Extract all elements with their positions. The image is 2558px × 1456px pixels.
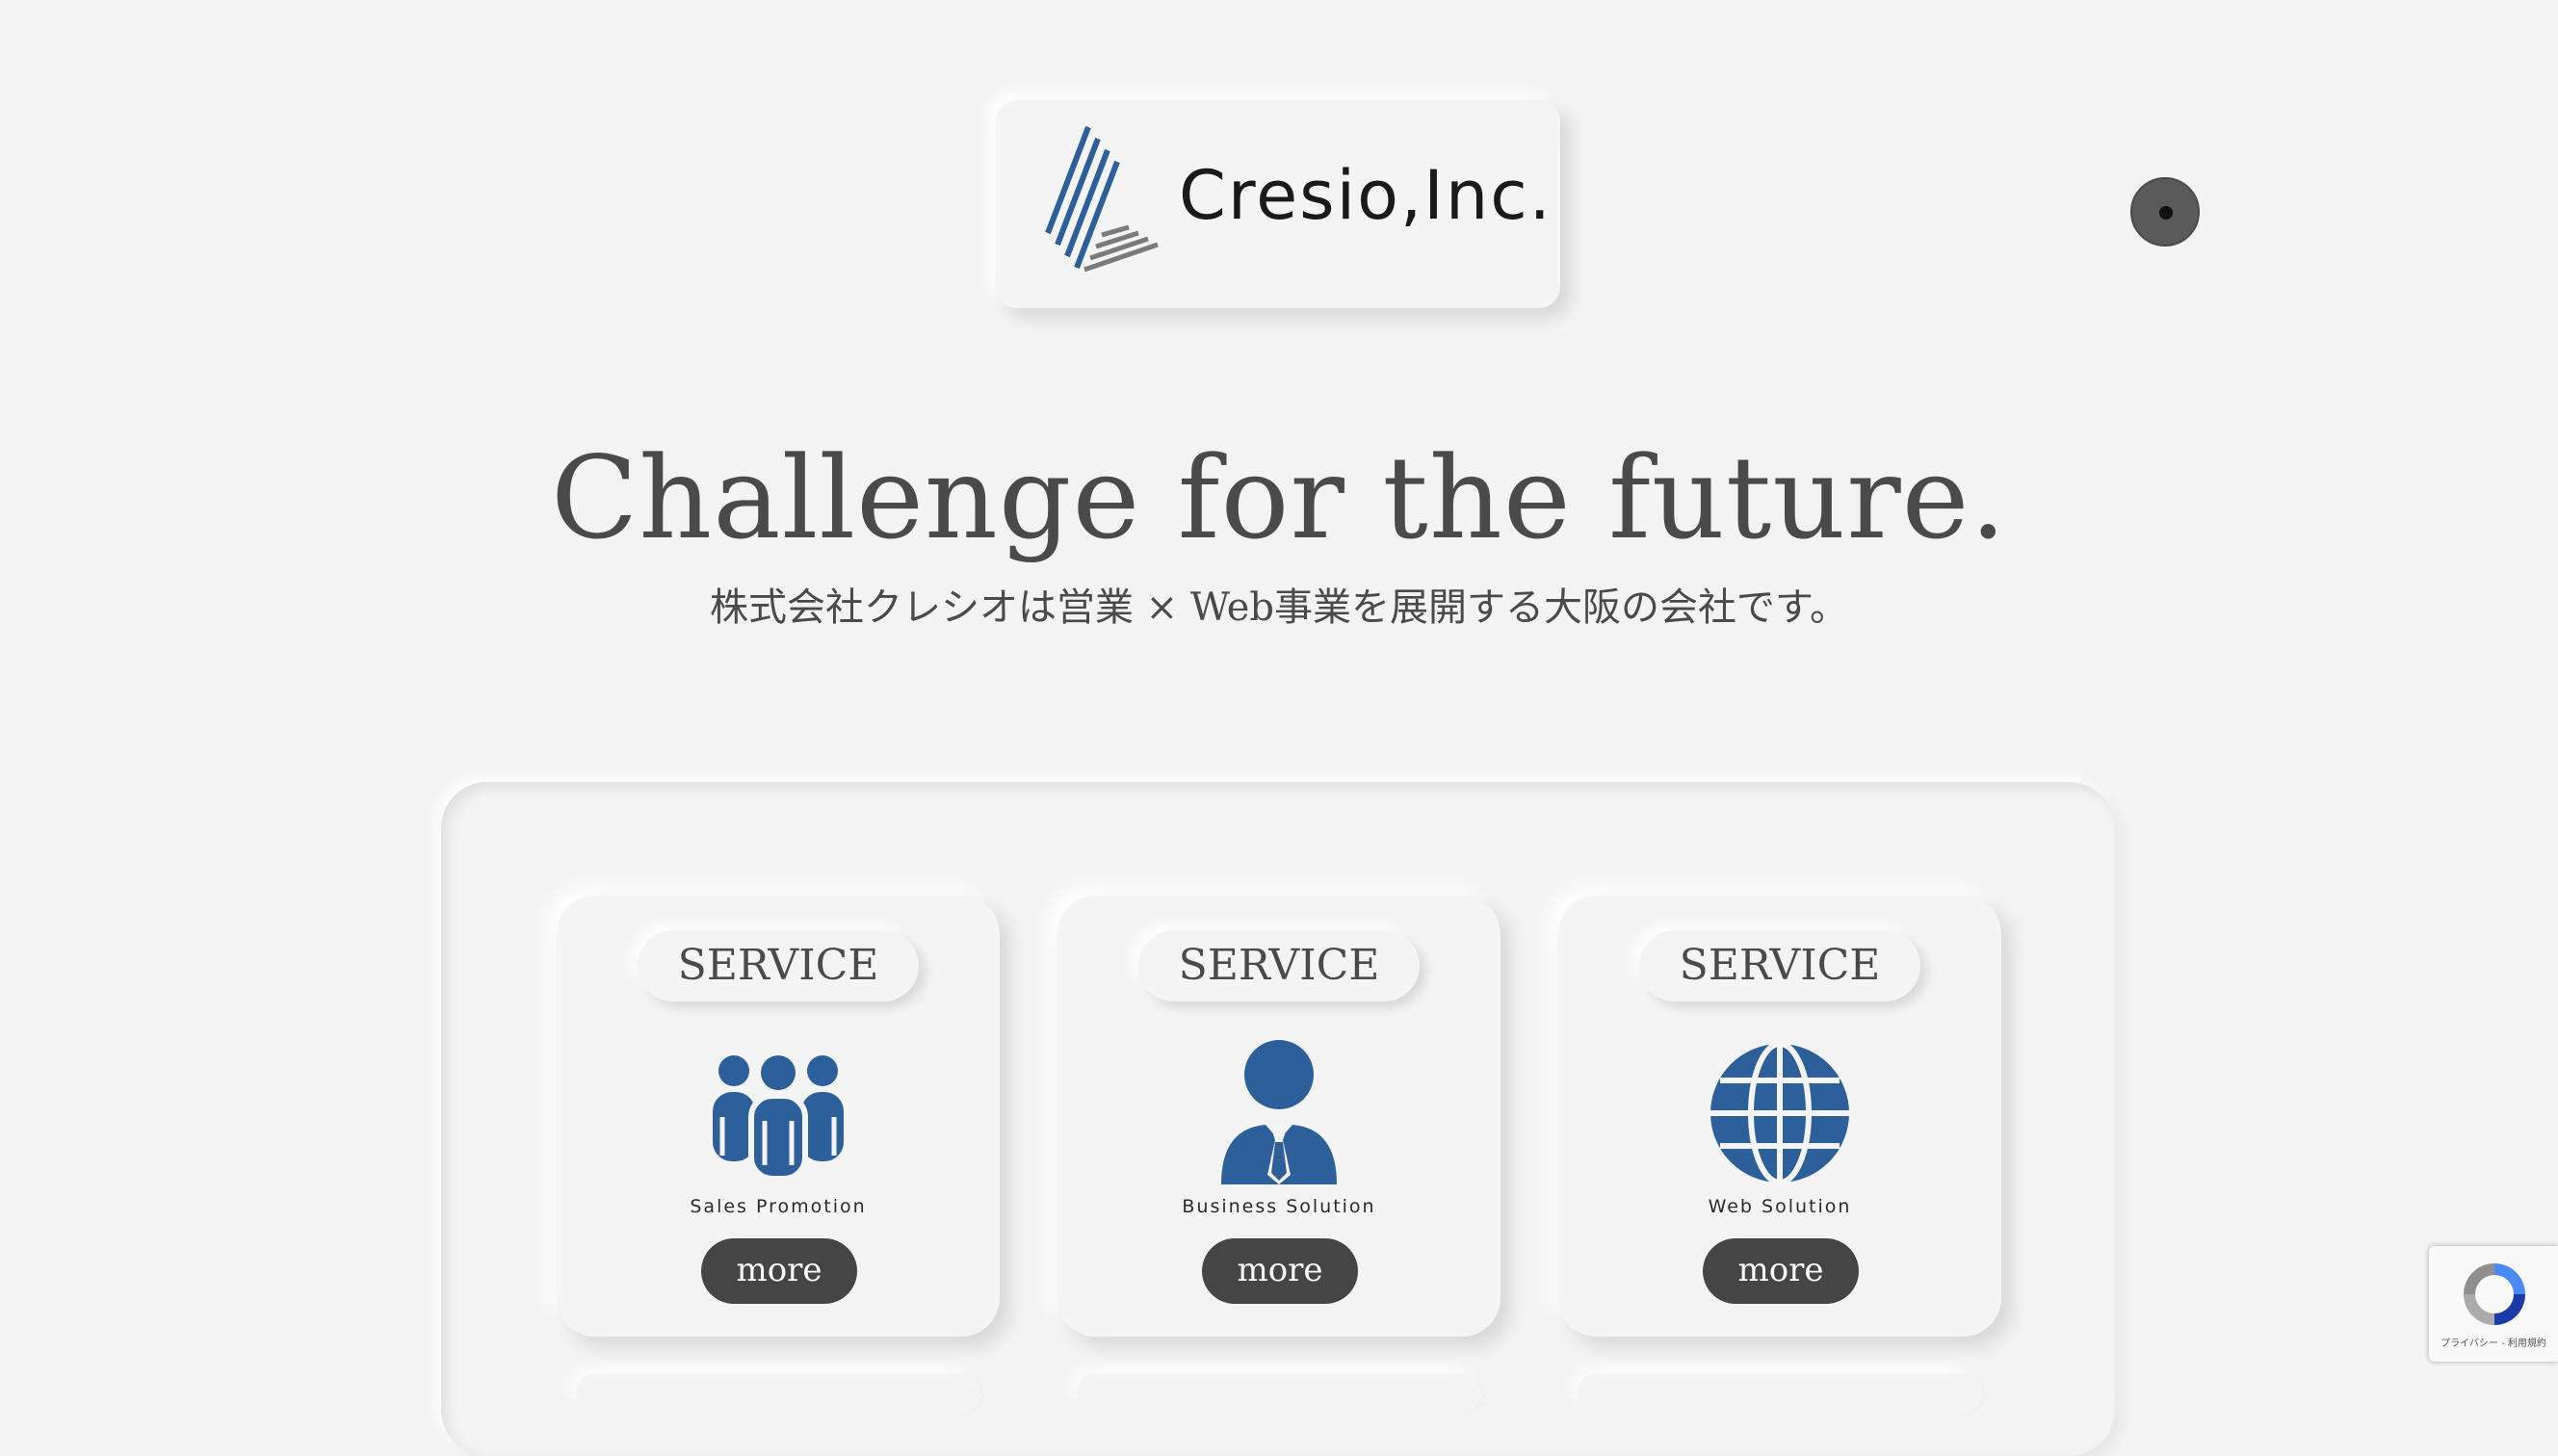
more-button[interactable]: more [1703,1238,1859,1304]
businessman-icon [1221,1040,1337,1184]
service-tag: SERVICE [1138,930,1420,1001]
globe-icon [1710,1041,1849,1184]
recaptcha-badge[interactable]: プライバシー - 利用規約 [2429,1246,2558,1362]
menu-dot-icon [2159,206,2173,220]
striped-triangle-logo-icon [1045,125,1159,273]
recaptcha-icon [2464,1263,2525,1325]
more-button[interactable]: more [1202,1238,1358,1304]
service-caption: Business Solution [1182,1196,1376,1217]
people-group-icon [713,1055,844,1182]
hero-title: Challenge for the future. [550,431,2008,564]
logo-card[interactable]: Cresio,Inc. [996,100,1560,308]
service-caption: Sales Promotion [690,1196,867,1217]
next-service-card [1077,1373,1481,1412]
recaptcha-links[interactable]: プライバシー - 利用規約 [2429,1335,2558,1349]
brand-name: Cresio,Inc. [1179,156,1553,235]
hero-subtitle: 株式会社クレシオは営業 × Web事業を展開する大阪の会社です。 [709,585,1849,630]
next-service-card [1578,1373,1982,1412]
service-tag: SERVICE [1639,930,1920,1001]
more-button[interactable]: more [701,1238,857,1304]
service-card-sales-promotion: SERVICE Sales Promotion more [557,896,1000,1337]
menu-button[interactable] [2130,177,2200,247]
next-service-card [576,1373,980,1412]
service-card-business-solution: SERVICE Business Solution more [1057,896,1501,1337]
service-card-web-solution: SERVICE Web Solution more [1558,896,2001,1337]
service-tag: SERVICE [638,930,919,1001]
service-caption: Web Solution [1708,1196,1852,1217]
